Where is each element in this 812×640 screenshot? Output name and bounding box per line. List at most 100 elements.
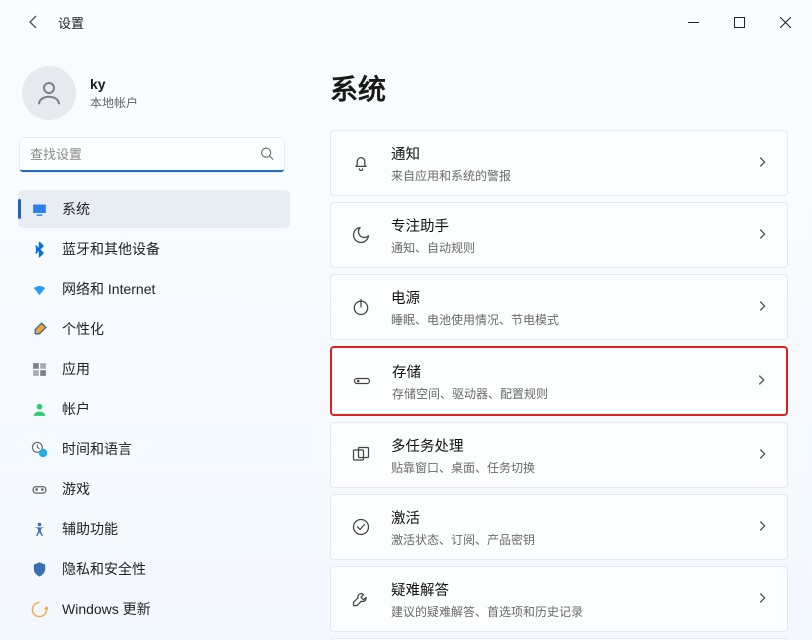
account-texts: ky 本地帐户 (90, 76, 138, 111)
row-title: 通知 (391, 143, 755, 164)
bluetooth-icon (30, 240, 48, 258)
account-name: ky (90, 76, 138, 92)
chevron-right-icon (755, 227, 769, 244)
chevron-right-icon (754, 373, 768, 390)
chevron-right-icon (755, 155, 769, 172)
sidebar-item-label: 游戏 (62, 479, 90, 499)
setting-row-notifications[interactable]: 通知来自应用和系统的警报 (330, 130, 788, 196)
brush-icon (30, 320, 48, 338)
maximize-icon (734, 17, 745, 28)
row-texts: 专注助手通知、自动规则 (391, 215, 755, 256)
row-texts: 疑难解答建议的疑难解答、首选项和历史记录 (391, 579, 755, 620)
row-texts: 电源睡眠、电池使用情况、节电模式 (391, 287, 755, 328)
avatar (22, 66, 76, 120)
back-arrow-icon (26, 14, 42, 30)
minimize-button[interactable] (670, 6, 716, 38)
sidebar-item-apps[interactable]: 应用 (18, 350, 290, 388)
sidebar-item-label: 蓝牙和其他设备 (62, 239, 160, 259)
chevron-right-icon (755, 299, 769, 316)
row-title: 专注助手 (391, 215, 755, 236)
setting-row-activation[interactable]: 激活激活状态、订阅、产品密钥 (330, 494, 788, 560)
sidebar-item-display[interactable]: 系统 (18, 190, 290, 228)
drive-icon (350, 369, 374, 393)
row-texts: 存储存储空间、驱动器、配置规则 (392, 361, 754, 402)
back-button[interactable] (20, 8, 48, 36)
row-title: 电源 (391, 287, 755, 308)
row-sub: 睡眠、电池使用情况、节电模式 (391, 311, 755, 328)
row-sub: 存储空间、驱动器、配置规则 (392, 385, 754, 402)
chevron-right-icon (755, 447, 769, 464)
wrench-icon (349, 587, 373, 611)
sidebar-item-label: 系统 (62, 199, 90, 219)
gamepad-icon (30, 480, 48, 498)
row-sub: 贴靠窗口、桌面、任务切换 (391, 459, 755, 476)
row-sub: 建议的疑难解答、首选项和历史记录 (391, 603, 755, 620)
sidebar-item-brush[interactable]: 个性化 (18, 310, 290, 348)
window-controls (670, 6, 808, 38)
chevron-right-icon (755, 519, 769, 536)
main-panel: 系统 通知来自应用和系统的警报专注助手通知、自动规则电源睡眠、电池使用情况、节电… (300, 44, 812, 640)
clock-globe-icon (30, 440, 48, 458)
apps-icon (30, 360, 48, 378)
multitask-icon (349, 443, 373, 467)
update-icon (30, 600, 48, 618)
shield-icon (30, 560, 48, 578)
settings-window: 设置 ky 本地帐户 (0, 0, 812, 640)
settings-rows: 通知来自应用和系统的警报专注助手通知、自动规则电源睡眠、电池使用情况、节电模式存… (330, 130, 788, 640)
sidebar-item-label: 应用 (62, 359, 90, 379)
sidebar-item-label: 时间和语言 (62, 439, 132, 459)
row-sub: 来自应用和系统的警报 (391, 167, 755, 184)
minimize-icon (688, 17, 699, 28)
search-icon (260, 147, 274, 164)
sidebar-item-label: 隐私和安全性 (62, 559, 146, 579)
person-icon (30, 400, 48, 418)
sidebar-item-clock-globe[interactable]: 时间和语言 (18, 430, 290, 468)
chevron-right-icon (755, 591, 769, 608)
setting-row-power[interactable]: 电源睡眠、电池使用情况、节电模式 (330, 274, 788, 340)
setting-row-storage[interactable]: 存储存储空间、驱动器、配置规则 (330, 346, 788, 416)
sidebar-item-shield[interactable]: 隐私和安全性 (18, 550, 290, 588)
sidebar: ky 本地帐户 系统蓝牙和其他设备网络和 Internet 个性化应用帐户时间和语… (0, 44, 300, 640)
account-section[interactable]: ky 本地帐户 (18, 60, 290, 138)
setting-row-focus-assist[interactable]: 专注助手通知、自动规则 (330, 202, 788, 268)
sidebar-item-person[interactable]: 帐户 (18, 390, 290, 428)
maximize-button[interactable] (716, 6, 762, 38)
sidebar-item-wifi[interactable]: 网络和 Internet (18, 270, 290, 308)
row-texts: 通知来自应用和系统的警报 (391, 143, 755, 184)
sidebar-item-label: 个性化 (62, 319, 104, 339)
search-input[interactable] (20, 138, 284, 172)
sidebar-item-label: 辅助功能 (62, 519, 118, 539)
row-title: 存储 (392, 361, 754, 382)
body: ky 本地帐户 系统蓝牙和其他设备网络和 Internet 个性化应用帐户时间和语… (0, 44, 812, 640)
power-icon (349, 295, 373, 319)
moon-icon (349, 223, 373, 247)
sidebar-item-label: Windows 更新 (62, 599, 151, 619)
search-wrap (20, 138, 284, 172)
close-icon (780, 17, 791, 28)
wifi-icon (30, 280, 48, 298)
display-icon (30, 200, 48, 218)
page-title: 系统 (330, 68, 788, 108)
row-title: 疑难解答 (391, 579, 755, 600)
sidebar-item-label: 帐户 (62, 399, 90, 419)
sidebar-item-bluetooth[interactable]: 蓝牙和其他设备 (18, 230, 290, 268)
sidebar-item-accessibility[interactable]: 辅助功能 (18, 510, 290, 548)
sidebar-item-label: 网络和 Internet (62, 279, 155, 299)
row-texts: 多任务处理贴靠窗口、桌面、任务切换 (391, 435, 755, 476)
accessibility-icon (30, 520, 48, 538)
person-icon (34, 78, 64, 108)
row-sub: 通知、自动规则 (391, 239, 755, 256)
row-sub: 激活状态、订阅、产品密钥 (391, 531, 755, 548)
setting-row-troubleshoot[interactable]: 疑难解答建议的疑难解答、首选项和历史记录 (330, 566, 788, 632)
title-label: 设置 (58, 13, 84, 32)
row-title: 激活 (391, 507, 755, 528)
sidebar-item-update[interactable]: Windows 更新 (18, 590, 290, 628)
sidebar-item-gamepad[interactable]: 游戏 (18, 470, 290, 508)
close-button[interactable] (762, 6, 808, 38)
row-texts: 激活激活状态、订阅、产品密钥 (391, 507, 755, 548)
setting-row-multitasking[interactable]: 多任务处理贴靠窗口、桌面、任务切换 (330, 422, 788, 488)
title-bar: 设置 (0, 0, 812, 44)
bell-icon (349, 151, 373, 175)
row-title: 多任务处理 (391, 435, 755, 456)
nav-list: 系统蓝牙和其他设备网络和 Internet 个性化应用帐户时间和语言游戏辅助功能隐… (18, 190, 290, 628)
